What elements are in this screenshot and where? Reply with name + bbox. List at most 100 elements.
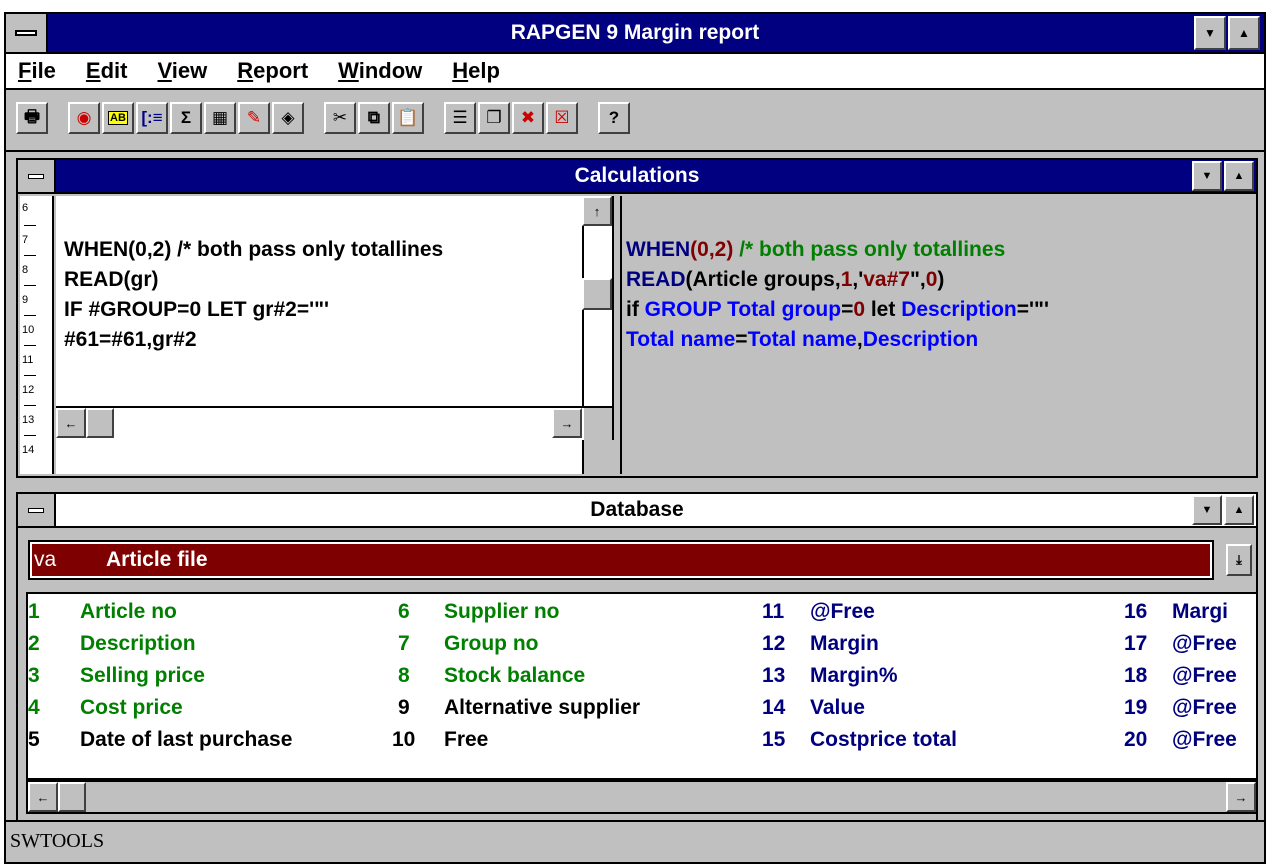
file-selector[interactable]: va Article file (28, 540, 1214, 580)
field-article-no[interactable]: Article no (80, 600, 177, 624)
status-text: SWTOOLS (10, 830, 105, 852)
field-free-calc[interactable]: @Free (1172, 728, 1237, 752)
code-line: IF #GROUP=0 LET gr#2='"' (64, 298, 330, 321)
calculations-minimize-button[interactable]: ▼ (1192, 161, 1222, 191)
arrow-left-icon: ← (64, 415, 78, 431)
calculator-button[interactable]: ▦ (204, 102, 236, 134)
file-dropdown-button[interactable]: ⤓ (1226, 544, 1252, 576)
maximize-icon: ▲ (1233, 504, 1245, 516)
field-group-no[interactable]: Group no (444, 632, 538, 656)
scroll-right-button[interactable]: → (1226, 782, 1256, 812)
copy-icon: ⧉ (367, 108, 381, 127)
maximize-button[interactable]: ▲ (1228, 16, 1260, 50)
scroll-thumb[interactable] (582, 278, 612, 310)
field-free[interactable]: Free (444, 728, 488, 752)
field-margin-percent[interactable]: Margin% (810, 664, 898, 688)
scroll-left-button[interactable]: ← (56, 408, 86, 438)
editor-vertical-scrollbar[interactable]: ↑ ↓ (582, 196, 614, 440)
print-button[interactable]: 🖶 (16, 102, 48, 134)
menu-file[interactable]: File (18, 58, 56, 84)
field-margin-2[interactable]: Margi (1172, 600, 1228, 624)
calculations-title-bar: Calculations ▼ ▲ (18, 160, 1256, 194)
field-supplier-no[interactable]: Supplier no (444, 600, 560, 624)
tag-icon: ◈ (281, 108, 295, 127)
field-value[interactable]: Value (810, 696, 865, 720)
database-window: Database ▼ ▲ va Article file ⤓ 1 Article… (16, 492, 1258, 822)
paste-icon: 📋 (397, 108, 419, 127)
menu-report[interactable]: Report (237, 58, 308, 84)
field-date-of-last-purchase[interactable]: Date of last purchase (80, 728, 292, 752)
database-title: Database (590, 498, 684, 521)
field-number: 11 (762, 600, 785, 623)
title-bar: RAPGEN 9 Margin report ▼ ▲ (6, 14, 1264, 54)
paste-button[interactable]: 📋 (392, 102, 424, 134)
field-number: 2 (28, 632, 40, 655)
field-number: 4 (28, 696, 40, 719)
pane-splitter[interactable] (616, 196, 622, 474)
scroll-thumb[interactable] (86, 408, 114, 438)
database-minimize-button[interactable]: ▼ (1192, 495, 1222, 525)
minimize-button[interactable]: ▼ (1194, 16, 1226, 50)
field-number: 9 (398, 696, 410, 719)
help-button[interactable]: ? (598, 102, 630, 134)
scroll-thumb[interactable] (58, 782, 86, 812)
cut-button[interactable]: ✂ (324, 102, 356, 134)
line-number: 14 (22, 444, 35, 456)
field-margin[interactable]: Margin (810, 632, 879, 656)
expanded-code-line: WHEN(0,2) /* both pass only totallines (626, 238, 1006, 261)
field-number: 12 (762, 632, 786, 655)
text-field-button[interactable]: AB (102, 102, 134, 134)
edit-form-button[interactable]: ✎ (238, 102, 270, 134)
fields-horizontal-scrollbar[interactable]: ← → (26, 780, 1258, 814)
help-icon: ? (608, 108, 620, 127)
field-free-calc[interactable]: @Free (1172, 696, 1237, 720)
field-number: 18 (1124, 664, 1148, 687)
code-line: READ(gr) (64, 268, 159, 291)
arrow-up-icon: ↑ (593, 203, 601, 219)
editor-horizontal-scrollbar[interactable]: ← → (56, 406, 584, 440)
delete-field-button[interactable]: ✖ (512, 102, 544, 134)
file-code: va (34, 548, 57, 571)
calculations-maximize-button[interactable]: ▲ (1224, 161, 1254, 191)
scroll-left-button[interactable]: ← (28, 782, 58, 812)
minimize-icon: ▼ (1201, 504, 1213, 516)
sum-button[interactable]: Σ (170, 102, 202, 134)
database-maximize-button[interactable]: ▲ (1224, 495, 1254, 525)
scroll-right-button[interactable]: → (552, 408, 582, 438)
system-menu-button[interactable] (6, 14, 48, 52)
field-number: 8 (398, 664, 410, 687)
field-number: 13 (762, 664, 786, 687)
tag-button[interactable]: ◈ (272, 102, 304, 134)
menu-help[interactable]: Help (452, 58, 500, 84)
menu-window[interactable]: Window (338, 58, 422, 84)
arrow-right-icon: → (560, 415, 574, 431)
text-field-icon: AB (108, 111, 128, 125)
field-cost-price[interactable]: Cost price (80, 696, 183, 720)
list-button[interactable]: [:≡ (136, 102, 168, 134)
copy-button[interactable]: ⧉ (358, 102, 390, 134)
menu-edit[interactable]: Edit (86, 58, 128, 84)
minimize-icon: ▼ (1201, 170, 1213, 182)
delete-button[interactable]: ☒ (546, 102, 578, 134)
field-free-calc[interactable]: @Free (1172, 632, 1237, 656)
field-free-calc[interactable]: @Free (810, 600, 875, 624)
field-free-calc[interactable]: @Free (1172, 664, 1237, 688)
field-costprice-total[interactable]: Costprice total (810, 728, 957, 752)
status-bar: SWTOOLS (6, 820, 1264, 862)
database-system-button[interactable] (18, 494, 56, 526)
field-number: 1 (28, 600, 40, 623)
browse-button[interactable]: ◉ (68, 102, 100, 134)
cascade-windows-button[interactable]: ❐ (478, 102, 510, 134)
system-menu-icon (28, 173, 44, 179)
field-selling-price[interactable]: Selling price (80, 664, 205, 688)
field-description[interactable]: Description (80, 632, 196, 656)
field-number: 16 (1124, 600, 1148, 623)
calculations-system-button[interactable] (18, 160, 56, 192)
menu-view[interactable]: View (158, 58, 208, 84)
edit-form-icon: ✎ (246, 108, 262, 127)
scroll-up-button[interactable]: ↑ (582, 196, 612, 226)
layout-button[interactable]: ☰ (444, 102, 476, 134)
field-alternative-supplier[interactable]: Alternative supplier (444, 696, 640, 720)
toolbar: 🖶 ◉ AB [:≡ Σ ▦ ✎ ◈ ✂ ⧉ 📋 ☰ ❐ ✖ ☒ ? (6, 90, 1264, 152)
field-stock-balance[interactable]: Stock balance (444, 664, 585, 688)
